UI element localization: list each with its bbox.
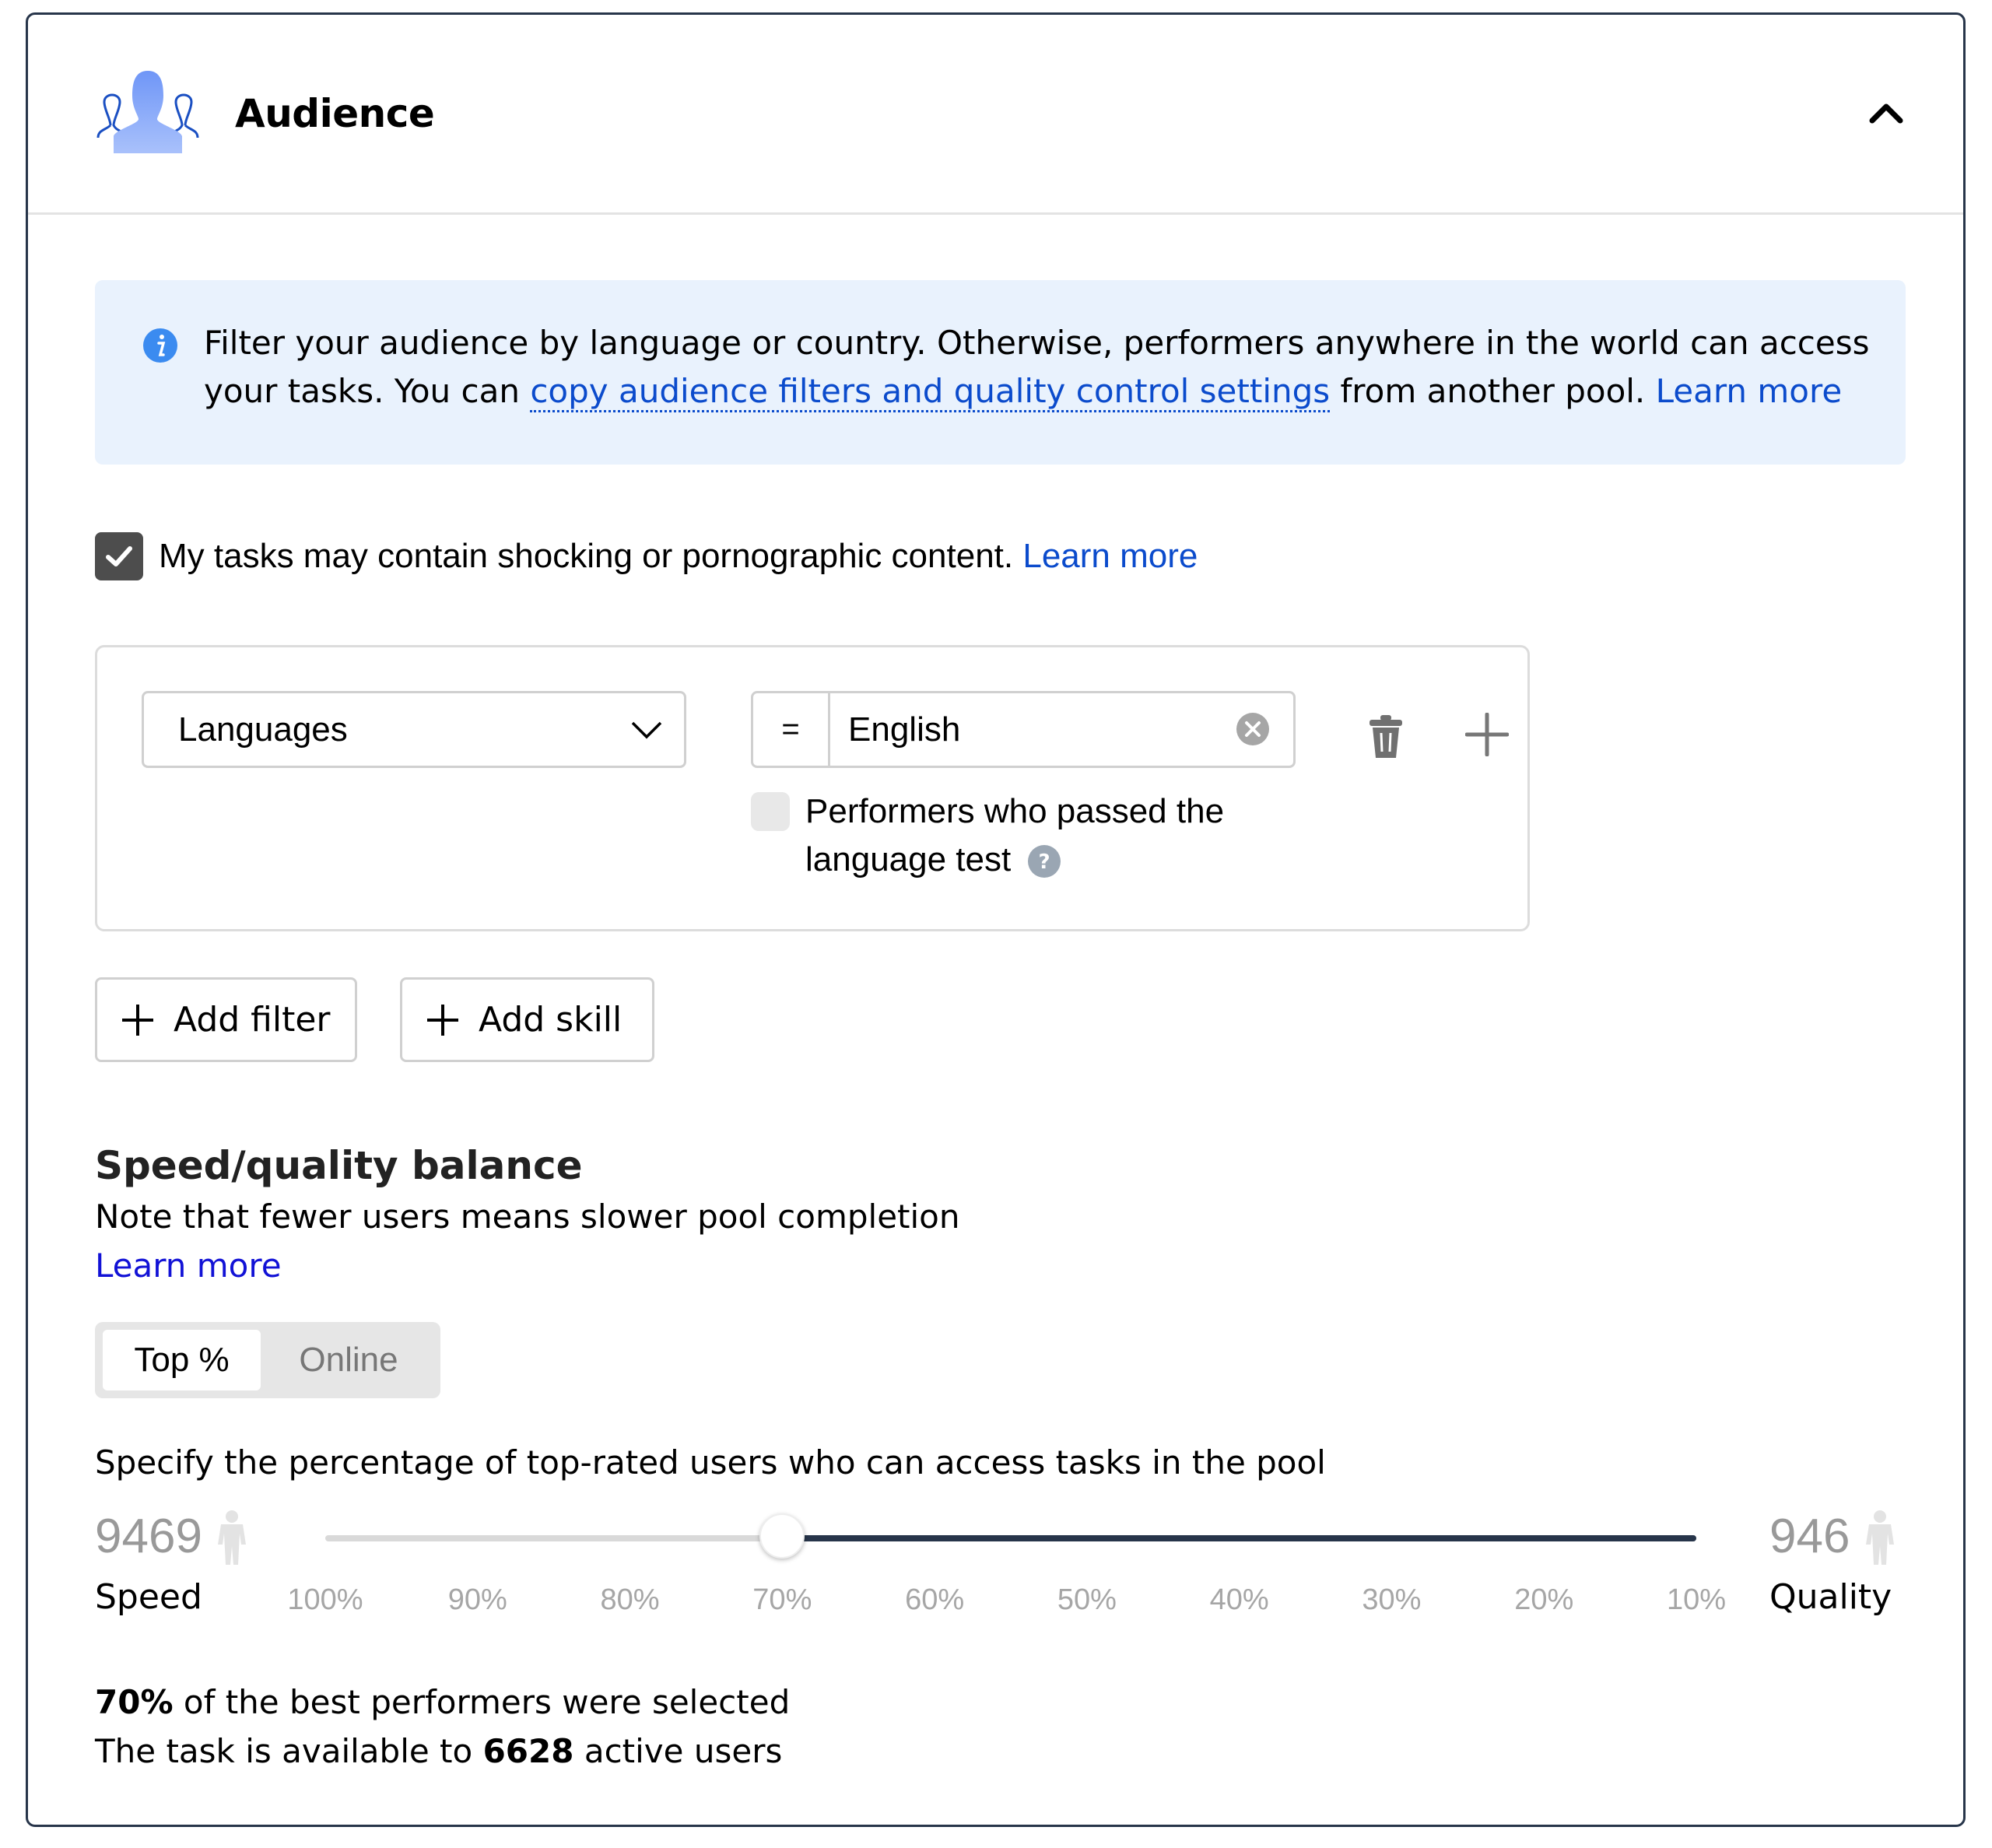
slider-tick-label: 20%: [1514, 1583, 1574, 1616]
audience-card: Audience Filter your audience by languag…: [26, 12, 1966, 1827]
slider-tick-label: 80%: [600, 1583, 660, 1616]
copy-settings-link[interactable]: copy audience filters and quality contro…: [530, 372, 1331, 412]
clear-icon[interactable]: [1236, 712, 1270, 746]
info-banner: Filter your audience by language or coun…: [95, 280, 1906, 465]
slider-tick-label: 60%: [905, 1583, 965, 1616]
adult-content-label: My tasks may contain shocking or pornogr…: [159, 537, 1198, 576]
speed-count: 9469: [95, 1510, 202, 1563]
selected-percent: 70%: [95, 1683, 174, 1721]
language-test-label: Performers who passed the language test …: [805, 787, 1350, 884]
quality-label: Quality: [1769, 1577, 1892, 1617]
person-icon: [1866, 1510, 1894, 1565]
plus-icon: [122, 1004, 153, 1036]
language-test-text: Performers who passed the language test: [805, 792, 1225, 878]
trash-icon[interactable]: [1368, 714, 1404, 759]
slider-tick-label: 30%: [1362, 1583, 1422, 1616]
slider-tick-label: 70%: [752, 1583, 812, 1616]
slider-tick-label: 10%: [1666, 1583, 1727, 1616]
slider-tick-label: 50%: [1057, 1583, 1117, 1616]
slider-track[interactable]: [325, 1535, 1696, 1541]
filter-field-select[interactable]: Languages: [142, 691, 686, 768]
add-filter-button[interactable]: Add filter: [95, 977, 357, 1062]
slider-tick-label: 100%: [287, 1583, 363, 1616]
operator-select[interactable]: =: [753, 693, 830, 766]
info-icon: [143, 328, 177, 363]
plus-icon: [427, 1004, 458, 1036]
slider-tick-label: 90%: [447, 1583, 507, 1616]
section-header[interactable]: Audience: [28, 15, 1963, 215]
slider-description: Specify the percentage of top-rated user…: [95, 1443, 1326, 1482]
add-filter-label: Add filter: [174, 1000, 331, 1040]
checkmark-icon: [106, 546, 132, 566]
adult-content-checkbox[interactable]: [95, 532, 143, 580]
question-icon[interactable]: ?: [1028, 845, 1061, 878]
tab-top-percent[interactable]: Top %: [103, 1330, 261, 1390]
filter-value-group: =: [751, 691, 1296, 768]
adult-content-row: My tasks may contain shocking or pornogr…: [95, 531, 1198, 581]
add-skill-button[interactable]: Add skill: [400, 977, 654, 1062]
mode-toggle: Top % Online: [95, 1322, 440, 1398]
slider-tick-label: 40%: [1209, 1583, 1269, 1616]
section-title: Audience: [235, 91, 435, 136]
banner-text: Filter your audience by language or coun…: [204, 319, 1885, 416]
slider-fill: [782, 1535, 1696, 1541]
quality-count: 946: [1769, 1510, 1850, 1563]
tab-online[interactable]: Online: [265, 1330, 433, 1390]
filter-field-value: Languages: [178, 710, 348, 749]
selected-percent-suffix: of the best performers were selected: [173, 1683, 791, 1721]
plus-icon[interactable]: [1465, 713, 1509, 756]
speed-label: Speed: [95, 1577, 202, 1617]
speed-quality-title: Speed/quality balance: [95, 1143, 583, 1188]
add-skill-label: Add skill: [479, 1000, 622, 1040]
adult-content-learn-more-link[interactable]: Learn more: [1022, 537, 1198, 575]
banner-text-after: from another pool.: [1330, 372, 1656, 410]
adult-content-label-text: My tasks may contain shocking or pornogr…: [159, 537, 1023, 575]
speed-quality-note: Note that fewer users means slower pool …: [95, 1198, 960, 1236]
available-users-text: The task is available to 6628 active use…: [95, 1732, 782, 1770]
filter-value-input[interactable]: [828, 693, 1217, 766]
available-users-suffix: active users: [573, 1732, 783, 1770]
filter-row: Languages = Performers who passed the la…: [95, 645, 1530, 931]
speed-quality-learn-more-link[interactable]: Learn more: [95, 1247, 282, 1285]
chevron-down-icon: [631, 721, 662, 739]
svg-text:?: ?: [1039, 850, 1050, 874]
language-test-checkbox[interactable]: [751, 792, 790, 831]
available-users-count: 6628: [482, 1732, 574, 1770]
person-icon: [218, 1510, 246, 1565]
chevron-up-icon[interactable]: [1864, 96, 1908, 130]
slider-thumb[interactable]: [759, 1513, 805, 1559]
banner-learn-more-link[interactable]: Learn more: [1656, 372, 1843, 410]
available-users-prefix: The task is available to: [95, 1732, 483, 1770]
selected-percent-text: 70% of the best performers were selected: [95, 1683, 790, 1721]
audience-icon: [96, 71, 199, 153]
